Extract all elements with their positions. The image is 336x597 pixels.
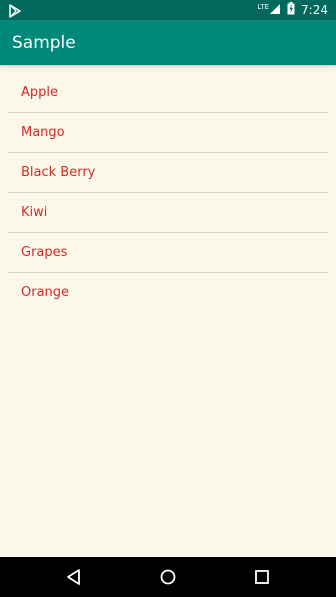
list-item-mango[interactable]: Mango [8, 113, 328, 153]
list-item-black-berry[interactable]: Black Berry [8, 153, 328, 193]
play-store-icon [8, 3, 22, 18]
network-type: LTE [257, 2, 270, 11]
battery-charging-icon [287, 2, 295, 18]
status-time: 7:24 [301, 3, 328, 17]
app-bar: Sample [0, 20, 336, 65]
status-indicators: LTE 7:24 [257, 0, 328, 20]
app-title: Sample [12, 33, 76, 53]
recents-icon[interactable] [252, 567, 272, 587]
list-item-label: Mango [21, 124, 65, 140]
navigation-bar [0, 557, 336, 597]
fruit-list: Apple Mango Black Berry Kiwi Grapes Oran… [8, 73, 328, 313]
signal-icon [269, 3, 281, 18]
list-item-orange[interactable]: Orange [8, 273, 328, 313]
list-item-label: Grapes [21, 244, 68, 260]
list-item-label: Kiwi [21, 204, 48, 220]
list-item-label: Apple [21, 84, 59, 100]
status-bar: LTE 7:24 [0, 0, 336, 20]
home-icon[interactable] [158, 567, 178, 587]
list-item-grapes[interactable]: Grapes [8, 233, 328, 273]
list-item-kiwi[interactable]: Kiwi [8, 193, 328, 233]
back-icon[interactable] [64, 567, 84, 587]
list-item-label: Orange [21, 285, 70, 300]
list-item-label: Black Berry [21, 164, 96, 180]
list-item-apple[interactable]: Apple [8, 73, 328, 113]
